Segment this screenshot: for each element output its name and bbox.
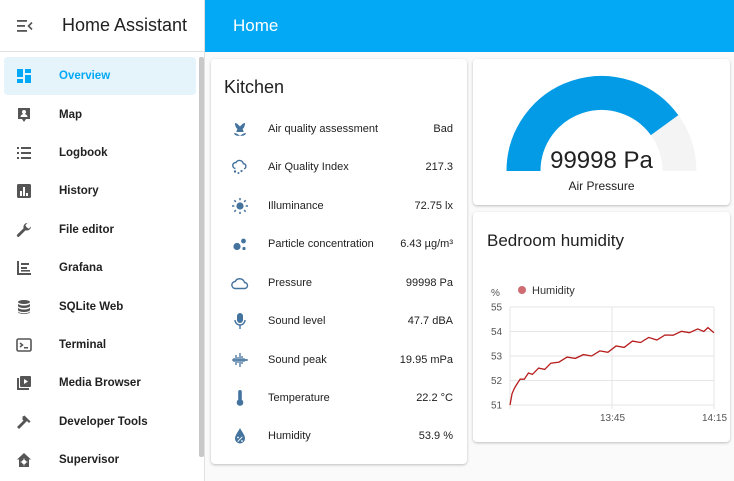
sidebar-item-label: Grafana (59, 262, 103, 275)
entity-name: Sound level (268, 315, 326, 328)
humidity-chart: % Humidity 51 52 53 54 55 13:45 14:15 (491, 285, 727, 424)
entity-name: Air Quality Index (268, 161, 349, 174)
entity-value: 99998 Pa (405, 277, 453, 290)
entity-row-air-quality-assessment[interactable]: Air quality assessment Bad (211, 110, 467, 148)
thermometer-icon (230, 389, 250, 407)
hammer-icon (4, 414, 44, 430)
flower-icon (230, 121, 250, 137)
x-tick-label: 14:15 (702, 413, 727, 424)
y-tick-label: 54 (491, 327, 503, 338)
entity-value: Bad (433, 123, 453, 136)
cloud-icon (230, 276, 250, 290)
menu-collapse-icon (17, 19, 33, 32)
history-icon (4, 183, 44, 199)
entity-name: Temperature (268, 392, 330, 405)
entity-name: Air quality assessment (268, 123, 379, 136)
sidebar-item-label: Supervisor (59, 454, 120, 467)
entity-value: 22.2 °C (416, 392, 453, 405)
entity-row-sound-peak[interactable]: Sound peak 19.95 mPa (211, 341, 467, 379)
sidebar-item-logbook[interactable]: Logbook (4, 134, 196, 172)
supervisor-icon (4, 452, 44, 468)
entity-value: 53.9 % (418, 430, 453, 443)
sidebar-item-label: Map (59, 108, 82, 121)
sidebar-item-developer-tools[interactable]: Developer Tools (4, 403, 196, 441)
logbook-icon (4, 145, 44, 161)
sidebar-header: Home Assistant (0, 0, 204, 52)
entity-name: Sound peak (268, 354, 327, 367)
sidebar-item-sqlite-web[interactable]: SQLite Web (4, 287, 196, 325)
entity-name: Humidity (268, 430, 311, 443)
entity-row-air-quality-index[interactable]: Air Quality Index 217.3 (211, 148, 467, 186)
grafana-icon (4, 260, 44, 276)
menu-toggle-button[interactable] (0, 0, 50, 52)
entity-row-humidity[interactable]: Humidity 53.9 % (211, 417, 467, 455)
entity-value: 217.3 (425, 161, 453, 174)
bedroom-humidity-card: Bedroom humidity % Humidity 51 52 53 54 55 13… (473, 212, 730, 442)
overview-icon (4, 68, 44, 84)
brightness-icon (230, 197, 250, 215)
sidebar-item-label: History (59, 185, 99, 198)
water-percent-icon (230, 427, 250, 445)
entity-value: 72.75 lx (414, 200, 453, 213)
entity-row-sound-level[interactable]: Sound level 47.7 dBA (211, 302, 467, 340)
card-title: Kitchen (224, 77, 285, 97)
sidebar-nav: Overview Map Logbook History File editor (0, 57, 200, 479)
sidebar-item-overview[interactable]: Overview (4, 57, 196, 96)
weather-cloudy-icon (230, 159, 250, 175)
entity-row-pressure[interactable]: Pressure 99998 Pa (211, 264, 467, 302)
sidebar-item-file-editor[interactable]: File editor (4, 211, 196, 249)
sidebar-item-label: Overview (59, 70, 111, 83)
air-pressure-gauge-card[interactable]: 99998 Pa Air Pressure (473, 59, 730, 205)
entity-row-particle-concentration[interactable]: Particle concentration 6.43 µg/m³ (211, 225, 467, 263)
sidebar: Home Assistant Overview Map Logbook Hist… (0, 0, 205, 481)
legend-label[interactable]: Humidity (532, 285, 575, 297)
sidebar-item-map[interactable]: Map (4, 95, 196, 133)
sidebar-scrollbar[interactable] (199, 57, 204, 457)
sidebar-item-label: Developer Tools (59, 415, 148, 428)
entity-row-temperature[interactable]: Temperature 22.2 °C (211, 379, 467, 417)
sidebar-item-supervisor[interactable]: Supervisor (4, 441, 196, 479)
app-title: Home Assistant (62, 15, 188, 35)
entity-value: 19.95 mPa (399, 354, 453, 367)
legend-swatch (518, 286, 526, 294)
microphone-icon (230, 312, 250, 330)
gauge-name: Air Pressure (568, 179, 635, 193)
y-tick-label: 52 (491, 376, 503, 387)
entity-value: 47.7 dBA (407, 315, 453, 328)
entity-row-illuminance[interactable]: Illuminance 72.75 lx (211, 187, 467, 225)
entity-value: 6.43 µg/m³ (400, 238, 453, 251)
sidebar-item-grafana[interactable]: Grafana (4, 249, 196, 287)
y-tick-label: 53 (491, 352, 503, 363)
sidebar-item-label: SQLite Web (59, 300, 124, 313)
gauge-value: 99998 Pa (550, 147, 653, 174)
sidebar-item-label: File editor (59, 223, 114, 236)
media-browser-icon (4, 375, 44, 391)
database-icon (4, 299, 44, 315)
entity-name: Illuminance (268, 200, 324, 213)
terminal-icon (4, 337, 44, 353)
x-tick-label: 13:45 (600, 413, 625, 424)
app-header: Home (205, 0, 734, 52)
sidebar-item-media-browser[interactable]: Media Browser (4, 364, 196, 402)
sidebar-item-terminal[interactable]: Terminal (4, 326, 196, 364)
wrench-icon (4, 222, 44, 238)
sidebar-item-history[interactable]: History (4, 172, 196, 210)
sidebar-item-label: Logbook (59, 146, 108, 159)
waveform-icon (230, 352, 250, 368)
y-tick-label: 51 (491, 401, 503, 412)
particles-icon (230, 236, 250, 252)
entity-name: Particle concentration (268, 238, 374, 251)
sidebar-item-label: Terminal (59, 338, 107, 351)
y-tick-label: 55 (491, 303, 503, 314)
page-title: Home (233, 16, 279, 35)
entity-name: Pressure (268, 277, 313, 290)
sidebar-item-label: Media Browser (59, 377, 141, 390)
y-axis-label: % (491, 288, 500, 299)
map-icon (4, 107, 44, 123)
kitchen-card: Kitchen Air quality assessment Bad Air Q… (211, 59, 467, 464)
